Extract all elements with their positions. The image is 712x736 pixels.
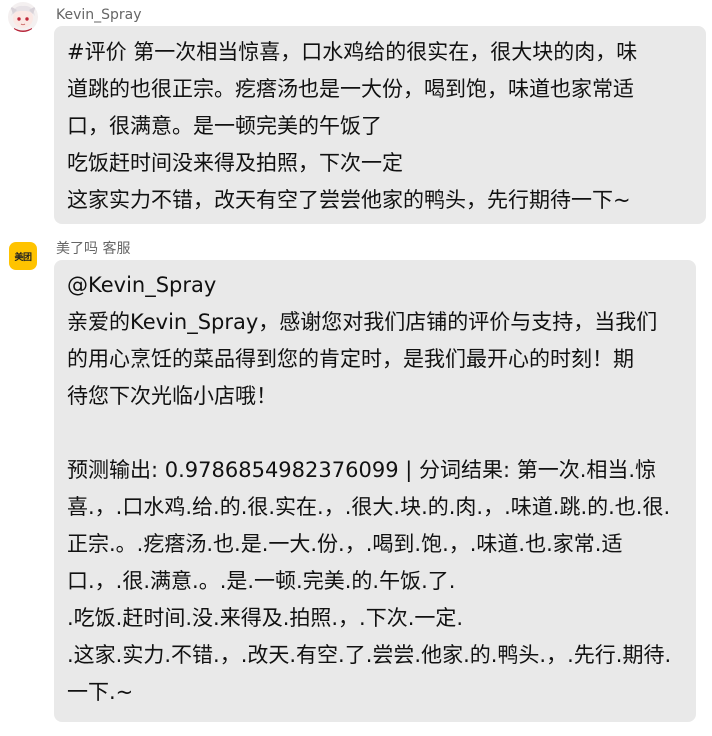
message-line: 的用心烹饪的菜品得到您的肯定时，是我们最开心的时刻！期	[67, 347, 634, 371]
message-line: 亲爱的Kevin_Spray，感谢您对我们店铺的评价与支持，当我们	[67, 310, 658, 334]
avatar-logo-text: 美团	[14, 252, 32, 263]
anime-avatar-icon	[8, 2, 38, 32]
message-line: 吃饭赶时间没来得及拍照，下次一定	[67, 151, 403, 175]
user-avatar[interactable]	[8, 2, 38, 32]
message-line: 待您下次光临小店哦！	[67, 384, 277, 408]
message-line: @Kevin_Spray	[67, 273, 217, 297]
sender-name: 美了吗 客服	[56, 241, 131, 257]
meituan-logo-icon: 美团	[9, 242, 37, 270]
message-line: 一下.~	[67, 680, 134, 704]
message-line: .这家.实力.不错.，.改天.有空.了.尝尝.他家.的.鸭头.，.先行.期待.	[67, 643, 672, 667]
message-line: 正宗.。.疙瘩汤.也.是.一大.份.，.喝到.饱.，.味道.也.家常.适	[67, 532, 623, 556]
message-bubble[interactable]: @Kevin_Spray 亲爱的Kevin_Spray，感谢您对我们店铺的评价与…	[54, 260, 696, 722]
message-line: #评价 第一次相当惊喜，口水鸡给的很实在，很大块的肉，味	[67, 40, 638, 64]
message-line: 这家实力不错，改天有空了尝尝他家的鸭头，先行期待一下~	[67, 188, 631, 212]
sender-name: Kevin_Spray	[56, 7, 142, 23]
message-line: 喜.，.口水鸡.给.的.很.实在.，.很大.块.的.肉.，.味道.跳.的.也.很…	[67, 495, 671, 519]
chat-thread: Kevin_Spray #评价 第一次相当惊喜，口水鸡给的很实在，很大块的肉，味…	[0, 0, 712, 736]
message-line-blank	[67, 415, 684, 452]
message-line: 预测输出: 0.9786854982376099 | 分词结果: 第一次.相当.…	[67, 458, 657, 482]
message-bubble[interactable]: #评价 第一次相当惊喜，口水鸡给的很实在，很大块的肉，味 道跳的也很正宗。疙瘩汤…	[54, 26, 706, 224]
message-line: 口.，.很.满意.。.是.一顿.完美.的.午饭.了.	[67, 569, 456, 593]
message-line: 口，很满意。是一顿完美的午饭了	[67, 114, 382, 138]
service-avatar[interactable]: 美团	[9, 242, 37, 270]
message-line: .吃饭.赶时间.没.来得及.拍照.，.下次.一定.	[67, 606, 464, 630]
message-line: 道跳的也很正宗。疙瘩汤也是一大份，喝到饱，味道也家常适	[67, 77, 634, 101]
